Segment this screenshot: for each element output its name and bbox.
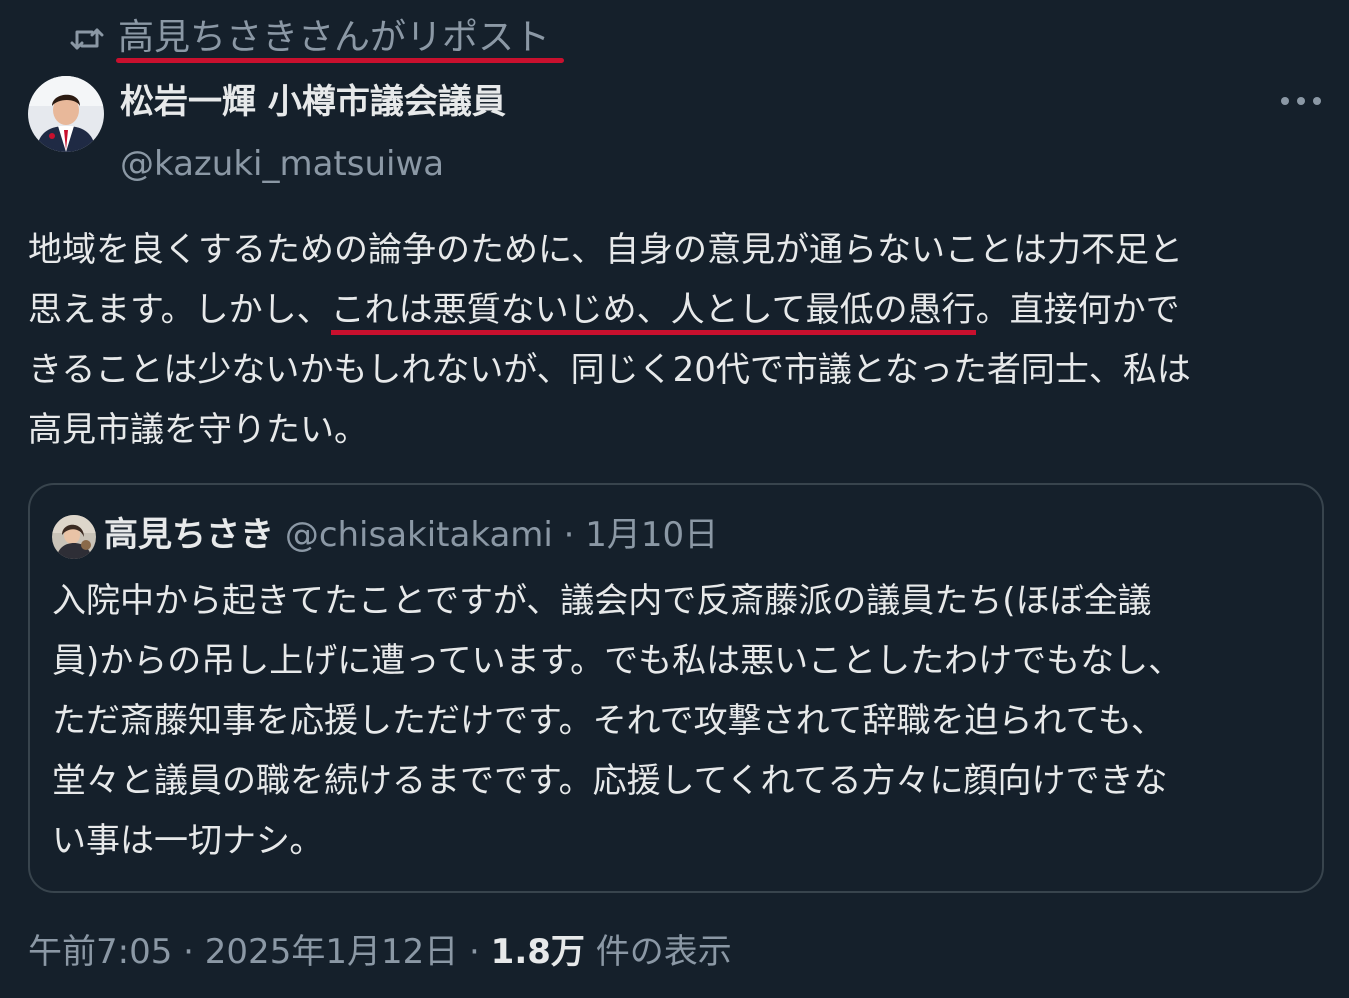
- tweet-text-segment: 思えます。しかし、: [28, 290, 331, 330]
- tweet-text-segment: 。直接何かで: [975, 290, 1180, 330]
- view-count: 1.8万: [490, 932, 585, 972]
- author-avatar[interactable]: [28, 76, 104, 152]
- tweet-line: 高見市議を守りたい。: [28, 410, 368, 450]
- repost-icon: [70, 28, 104, 50]
- quote-avatar[interactable]: [52, 515, 96, 559]
- tweet-page: 高見ちさきさんがリポスト 松岩一輝 小樽市議会議員 @kazuki_matsui…: [0, 0, 1349, 998]
- quote-text: 入院中から起きてたことですが、議会内で反斎藤派の議員たち(ほぼ全議 員)からの吊…: [52, 571, 1302, 871]
- quote-line: ただ斎藤知事を応援しただけです。それで攻撃されて辞職を迫られても、: [52, 701, 1165, 741]
- quote-line: い事は一切ナシ。: [52, 821, 324, 861]
- quote-line: 入院中から起きてたことですが、議会内で反斎藤派の議員たち(ほぼ全議: [52, 581, 1152, 621]
- quote-separator: ·: [563, 515, 575, 555]
- tweet-time[interactable]: 午前7:05: [28, 932, 172, 972]
- quote-line: 堂々と議員の職を続けるまでです。応援してくれてる方々に顔向けできな: [52, 761, 1168, 801]
- avatar-image: [28, 76, 104, 152]
- author-name[interactable]: 松岩一輝 小樽市議会議員: [120, 80, 506, 124]
- tweet-line: 地域を良くするための論争のために、自身の意見が通らないことは力不足と: [28, 230, 1183, 270]
- quoted-tweet[interactable]: 高見ちさき @chisakitakami · 1月10日 入院中から起きてたこと…: [28, 483, 1324, 893]
- red-underline-annotation: [116, 58, 564, 63]
- tweet-text: 地域を良くするための論争のために、自身の意見が通らないことは力不足と 思えます。…: [28, 220, 1328, 460]
- quote-avatar-image: [52, 515, 96, 559]
- meta-separator: ·: [183, 932, 194, 972]
- more-options-icon[interactable]: [1278, 84, 1324, 118]
- repost-label[interactable]: 高見ちさきさんがリポスト: [118, 16, 550, 60]
- highlighted-text: これは悪質ないじめ、人として最低の愚行: [330, 290, 976, 335]
- tweet-date[interactable]: 2025年1月12日: [205, 932, 458, 972]
- author-handle[interactable]: @kazuki_matsuiwa: [120, 142, 444, 186]
- meta-separator: ·: [469, 932, 480, 972]
- view-count-label: 件の表示: [595, 932, 732, 972]
- quote-author-name[interactable]: 高見ちさき: [104, 515, 274, 555]
- quote-date[interactable]: 1月10日: [585, 515, 718, 555]
- quote-author-handle[interactable]: @chisakitakami: [285, 515, 553, 555]
- tweet-line: きることは少ないかもしれないが、同じく20代で市議となった者同士、私は: [28, 350, 1191, 390]
- tweet-meta: 午前7:05 · 2025年1月12日 · 1.8万 件の表示: [28, 926, 732, 978]
- tweet-line: 思えます。しかし、これは悪質ないじめ、人として最低の愚行。直接何かで: [28, 280, 1328, 340]
- quote-line: 員)からの吊し上げに遭っています。でも私は悪いことしたわけでもなし、: [52, 641, 1183, 681]
- quote-header: 高見ちさき @chisakitakami · 1月10日: [104, 511, 718, 561]
